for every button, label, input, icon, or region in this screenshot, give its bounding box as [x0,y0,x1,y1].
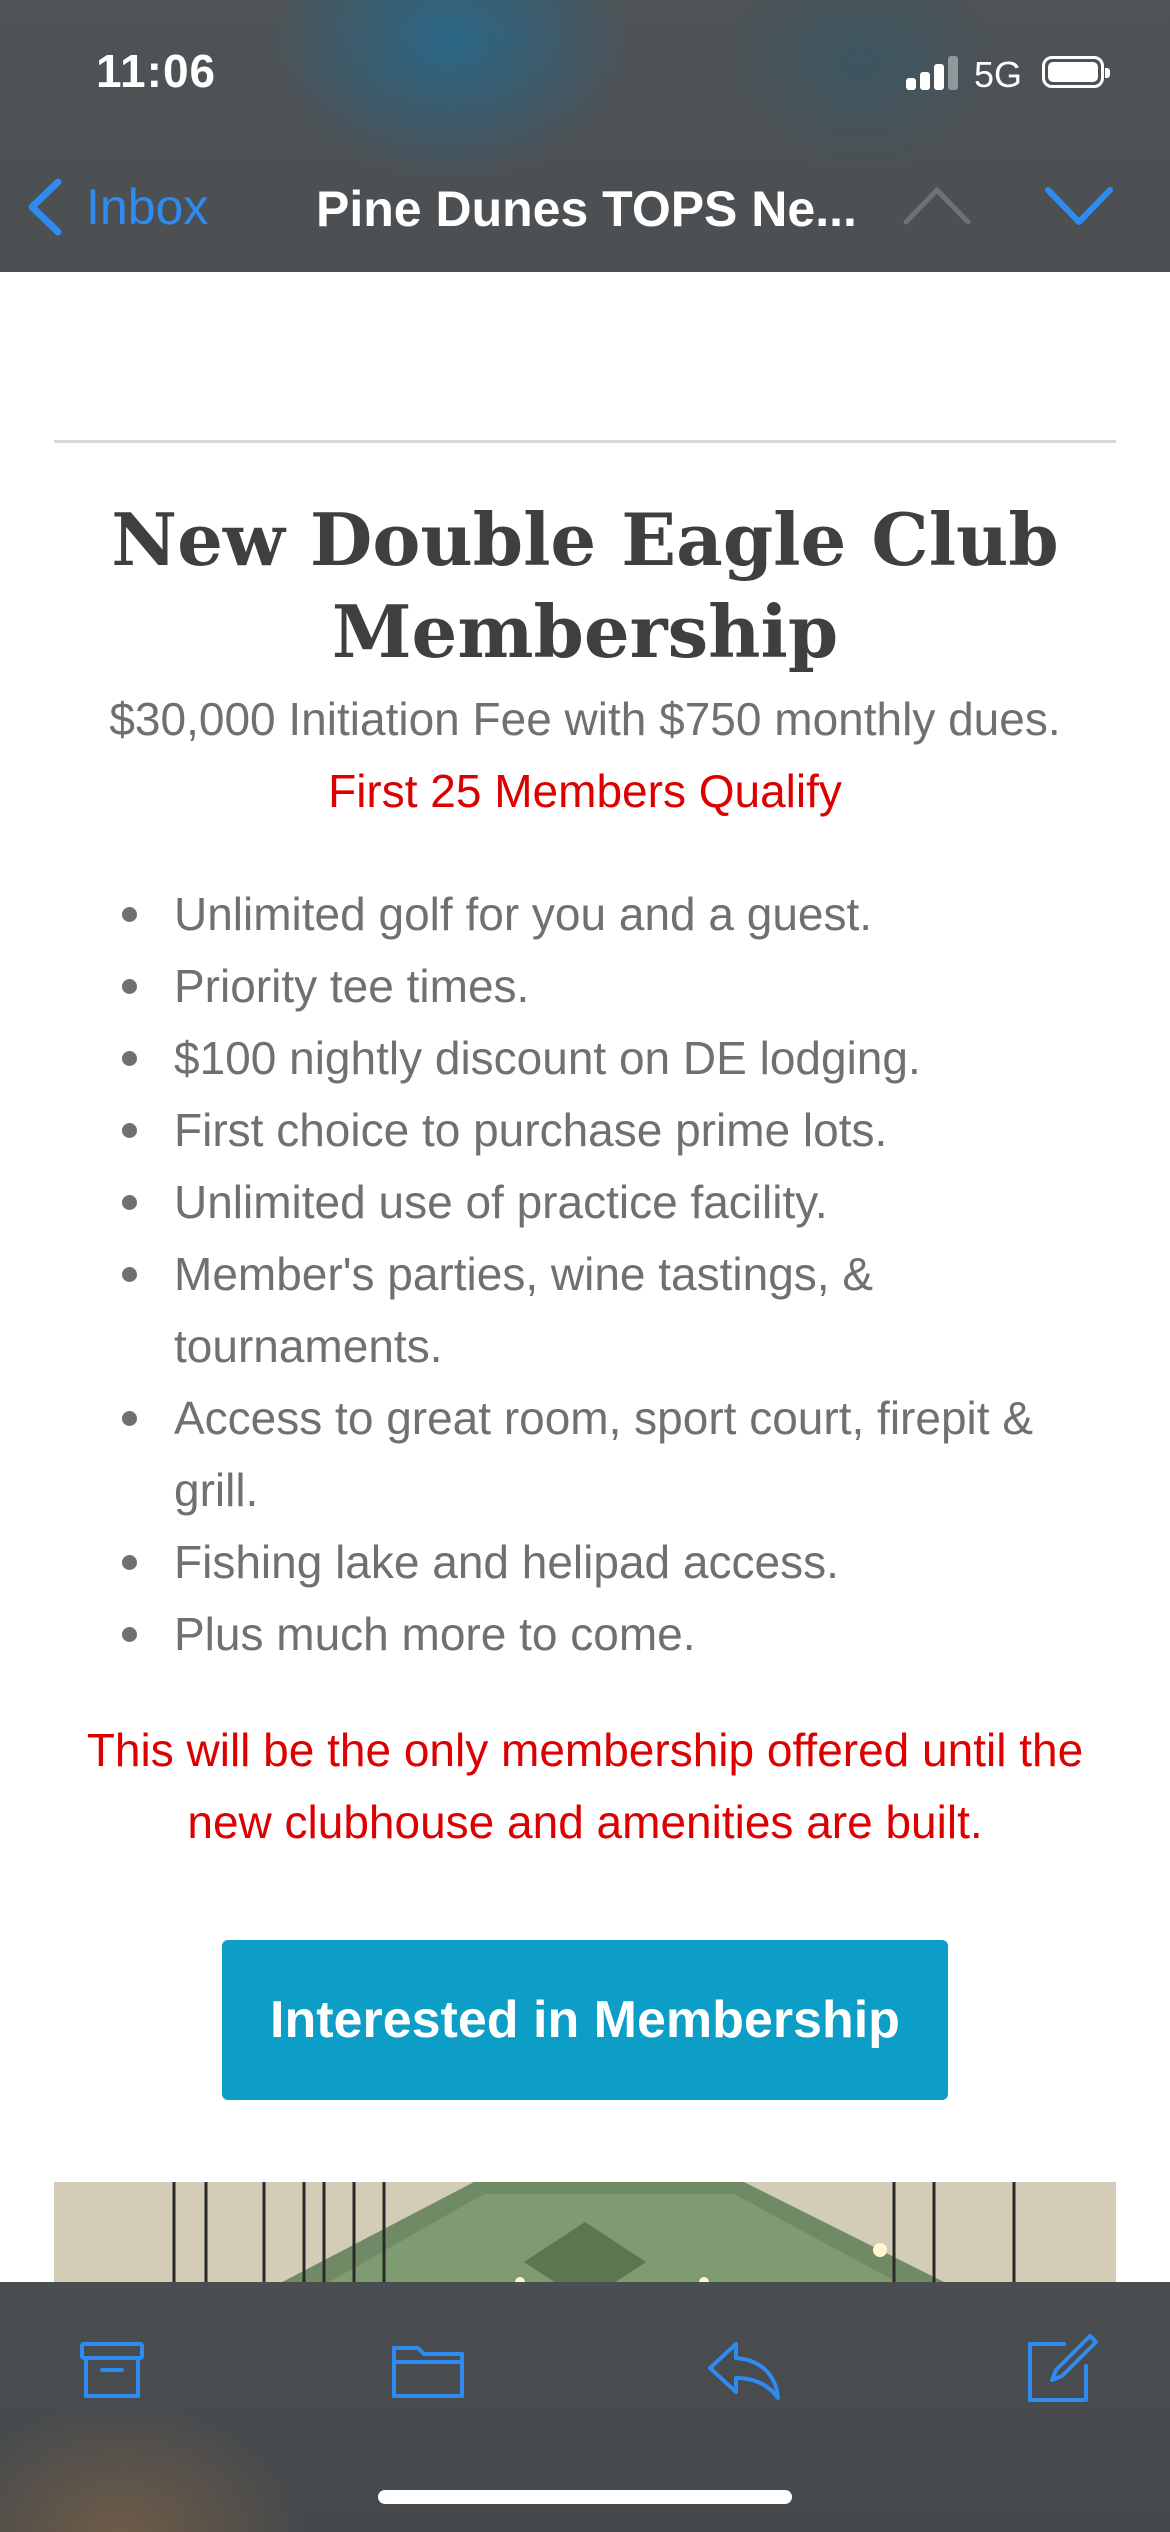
chevron-left-icon [28,178,62,236]
battery-icon [1042,56,1110,88]
benefit-item: Unlimited golf for you and a guest. [0,878,1170,950]
archive-button[interactable] [72,2330,152,2410]
benefit-item: Plus much more to come. [0,1598,1170,1670]
back-to-inbox-button[interactable]: Inbox [24,172,208,242]
network-type: 5G [974,54,1023,95]
clubhouse-ceiling-image [54,2182,1116,2282]
top-bar: 11:06 5G Inbox Pine Dunes TOPS Ne... [0,0,1170,272]
reply-icon [708,2342,780,2400]
benefit-item: $100 nightly discount on DE lodging. [0,1022,1170,1094]
interested-in-membership-button[interactable]: Interested in Membership [222,1940,948,2100]
qualify-text: First 25 Members Qualify [328,765,842,817]
next-message-chevron-down-icon[interactable] [1042,180,1116,230]
benefit-item: Priority tee times. [0,950,1170,1022]
benefit-item: Member's parties, wine tastings, & tourn… [0,1238,1170,1382]
move-to-folder-button[interactable] [388,2330,468,2410]
folder-icon [392,2346,464,2398]
benefit-item: Unlimited use of practice facility. [0,1166,1170,1238]
back-label: Inbox [86,179,209,235]
archive-icon [80,2342,144,2398]
benefit-item: First choice to purchase prime lots. [0,1094,1170,1166]
status-time: 11:06 [96,45,217,97]
email-subject-title: Pine Dunes TOPS Ne... [316,181,857,237]
initiation-fee-text: $30,000 Initiation Fee with $750 monthly… [109,693,1061,745]
compose-button[interactable] [1020,2330,1100,2410]
membership-notice: This will be the only membership offered… [86,1724,1084,1848]
home-indicator[interactable] [378,2490,792,2504]
benefit-item: Fishing lake and helipad access. [0,1526,1170,1598]
previous-message-chevron-up-icon[interactable] [900,180,974,230]
divider [54,440,1116,443]
membership-headline: New Double Eagle Club Membership [111,497,1059,674]
cellular-signal-icon [906,56,958,90]
reply-button[interactable] [704,2330,784,2410]
clubhouse-photo [54,2182,1116,2282]
benefits-list: Unlimited golf for you and a guest. Prio… [0,878,1170,1670]
email-body[interactable]: New Double Eagle Club Membership $30,000… [0,272,1170,2282]
compose-icon [1028,2334,1098,2402]
benefit-item: Access to great room, sport court, firep… [0,1382,1170,1526]
